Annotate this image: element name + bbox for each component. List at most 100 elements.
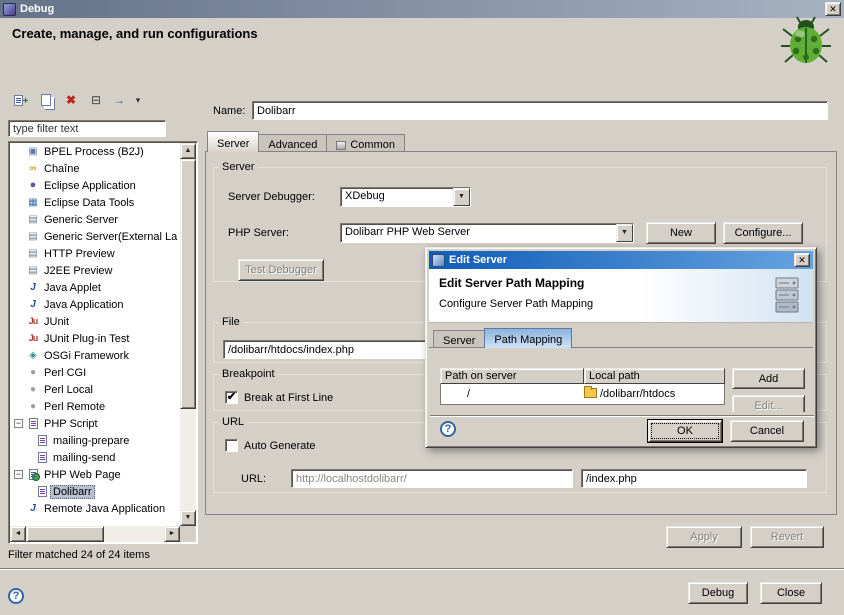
auto-generate-checkbox[interactable] bbox=[225, 439, 238, 452]
column-header-path[interactable]: Path on server bbox=[440, 368, 584, 384]
tab-server[interactable]: Server bbox=[207, 131, 259, 152]
footer-separator bbox=[0, 568, 844, 570]
column-header-local[interactable]: Local path bbox=[584, 368, 725, 384]
collapse-toggle-icon[interactable]: − bbox=[14, 470, 23, 479]
name-input[interactable] bbox=[252, 101, 828, 120]
tab-common[interactable]: Common bbox=[326, 134, 405, 152]
server-icon: ▤ bbox=[25, 262, 41, 279]
tree-item[interactable]: ●Perl Remote bbox=[10, 398, 180, 415]
dialog-tab-server[interactable]: Server bbox=[433, 330, 485, 348]
tree-item[interactable]: JuJUnit Plug-in Test bbox=[10, 330, 180, 347]
junit-icon: Ju bbox=[25, 313, 41, 330]
tree-item[interactable]: JJava Application bbox=[10, 296, 180, 313]
revert-button[interactable]: Revert bbox=[750, 526, 824, 548]
eclipse-application-icon: ● bbox=[25, 177, 41, 194]
dialog-help-icon[interactable]: ? bbox=[440, 421, 456, 437]
tree-item[interactable]: ∞Chaîne bbox=[10, 160, 180, 177]
window-titlebar[interactable]: Debug ✕ bbox=[0, 0, 844, 18]
tree-item[interactable]: mailing-send bbox=[10, 449, 180, 466]
tab-advanced[interactable]: Advanced bbox=[258, 134, 327, 152]
dialog-separator bbox=[430, 415, 814, 417]
debug-button[interactable]: Debug bbox=[688, 582, 748, 604]
window-icon bbox=[3, 3, 16, 16]
collapse-all-icon[interactable]: ⊟ bbox=[87, 92, 105, 109]
file-group-legend: File bbox=[219, 316, 243, 328]
configure-button[interactable]: Configure... bbox=[723, 222, 803, 244]
url-base-input[interactable] bbox=[291, 469, 573, 488]
break-first-line-checkbox[interactable]: ✔ bbox=[225, 391, 238, 404]
cancel-button[interactable]: Cancel bbox=[730, 420, 804, 442]
java-application-icon: J bbox=[25, 296, 41, 313]
tree-item[interactable]: mailing-prepare bbox=[10, 432, 180, 449]
server-icon: ▤ bbox=[25, 211, 41, 228]
ok-button[interactable]: OK bbox=[648, 420, 722, 442]
php-script-icon bbox=[25, 415, 41, 432]
debug-configurations-window: Debug ✕ Create, manage, and run configur… bbox=[0, 0, 844, 615]
dropdown-arrow-icon[interactable]: ▼ bbox=[616, 224, 633, 242]
tree-item[interactable]: JuJUnit bbox=[10, 313, 180, 330]
url-path-input[interactable] bbox=[581, 469, 807, 488]
add-mapping-button[interactable]: Add bbox=[732, 368, 805, 389]
php-file-icon bbox=[34, 483, 50, 500]
tree-item[interactable]: ●Perl Local bbox=[10, 381, 180, 398]
close-button[interactable]: Close bbox=[760, 582, 822, 604]
name-label: Name: bbox=[213, 105, 245, 117]
duplicate-configuration-icon[interactable] bbox=[37, 92, 55, 109]
tree-item[interactable]: ●Eclipse Application bbox=[10, 177, 180, 194]
dialog-heading: Edit Server Path Mapping bbox=[439, 276, 584, 290]
collapse-toggle-icon[interactable]: − bbox=[14, 419, 23, 428]
configurations-tree: ▣BPEL Process (B2J) ∞Chaîne ●Eclipse App… bbox=[8, 141, 198, 544]
scroll-right-icon[interactable]: ► bbox=[164, 526, 180, 542]
dialog-titlebar[interactable]: Edit Server ✕ bbox=[429, 251, 813, 269]
tree-item[interactable]: ▤Generic Server bbox=[10, 211, 180, 228]
new-server-button[interactable]: New bbox=[646, 222, 716, 244]
tree-item[interactable]: JJava Applet bbox=[10, 279, 180, 296]
tree-item[interactable]: ●Perl CGI bbox=[10, 364, 180, 381]
tree-item[interactable]: ▦Eclipse Data Tools bbox=[10, 194, 180, 211]
auto-generate-label[interactable]: Auto Generate bbox=[244, 440, 316, 452]
window-title: Debug bbox=[20, 3, 825, 15]
dialog-icon bbox=[432, 254, 445, 267]
toolbar-menu-caret-icon[interactable]: ▾ bbox=[133, 92, 143, 109]
tree-hscroll-thumb[interactable] bbox=[26, 526, 104, 542]
filter-input[interactable] bbox=[8, 120, 166, 137]
filter-launch-icon[interactable]: → bbox=[112, 92, 126, 109]
apply-button[interactable]: Apply bbox=[666, 526, 742, 548]
close-icon[interactable]: ✕ bbox=[825, 2, 841, 16]
delete-configuration-icon[interactable]: ✖ bbox=[62, 92, 80, 109]
dialog-tab-path-mapping[interactable]: Path Mapping bbox=[484, 328, 572, 348]
tree-item[interactable]: −PHP Web Page bbox=[10, 466, 180, 483]
tree-item[interactable]: −PHP Script bbox=[10, 415, 180, 432]
tree-item[interactable]: ▣BPEL Process (B2J) bbox=[10, 143, 180, 160]
server-debugger-label: Server Debugger: bbox=[228, 191, 315, 203]
table-row[interactable]: / /dolibarr/htdocs bbox=[440, 384, 725, 405]
tree-item-dolibarr[interactable]: Dolibarr bbox=[10, 483, 180, 500]
break-first-line-label[interactable]: Break at First Line bbox=[244, 392, 333, 404]
scroll-up-icon[interactable]: ▲ bbox=[180, 143, 196, 159]
scroll-left-icon[interactable]: ◄ bbox=[10, 526, 26, 542]
test-debugger-button[interactable]: Test Debugger bbox=[238, 259, 324, 281]
scroll-down-icon[interactable]: ▼ bbox=[180, 510, 196, 526]
server-debugger-select[interactable]: XDebug ▼ bbox=[340, 187, 471, 207]
help-icon[interactable]: ? bbox=[8, 588, 24, 604]
perl-icon: ● bbox=[25, 364, 41, 381]
dropdown-arrow-icon[interactable]: ▼ bbox=[453, 188, 470, 206]
cell-local-path: /dolibarr/htdocs bbox=[584, 388, 724, 400]
tree-item[interactable]: JRemote Java Application bbox=[10, 500, 180, 517]
junit-plugin-icon: Ju bbox=[25, 330, 41, 347]
breakpoint-group-legend: Breakpoint bbox=[219, 368, 278, 380]
tree-item[interactable]: ▤J2EE Preview bbox=[10, 262, 180, 279]
edit-mapping-button[interactable]: Edit... bbox=[732, 395, 805, 412]
dialog-close-icon[interactable]: ✕ bbox=[794, 253, 810, 267]
cell-path-on-server: / bbox=[441, 388, 584, 400]
server-icon: ▤ bbox=[25, 228, 41, 245]
remote-java-icon: J bbox=[25, 500, 41, 517]
tree-item[interactable]: ◈OSGi Framework bbox=[10, 347, 180, 364]
dialog-tabs: Server Path Mapping bbox=[433, 328, 571, 348]
tree-item[interactable]: ▤HTTP Preview bbox=[10, 245, 180, 262]
tree-item[interactable]: ▤Generic Server(External La bbox=[10, 228, 180, 245]
new-configuration-icon[interactable]: + bbox=[12, 92, 30, 109]
php-server-select[interactable]: Dolibarr PHP Web Server ▼ bbox=[340, 223, 634, 243]
tree-vscroll-thumb[interactable] bbox=[180, 159, 196, 409]
bug-icon bbox=[780, 16, 832, 66]
